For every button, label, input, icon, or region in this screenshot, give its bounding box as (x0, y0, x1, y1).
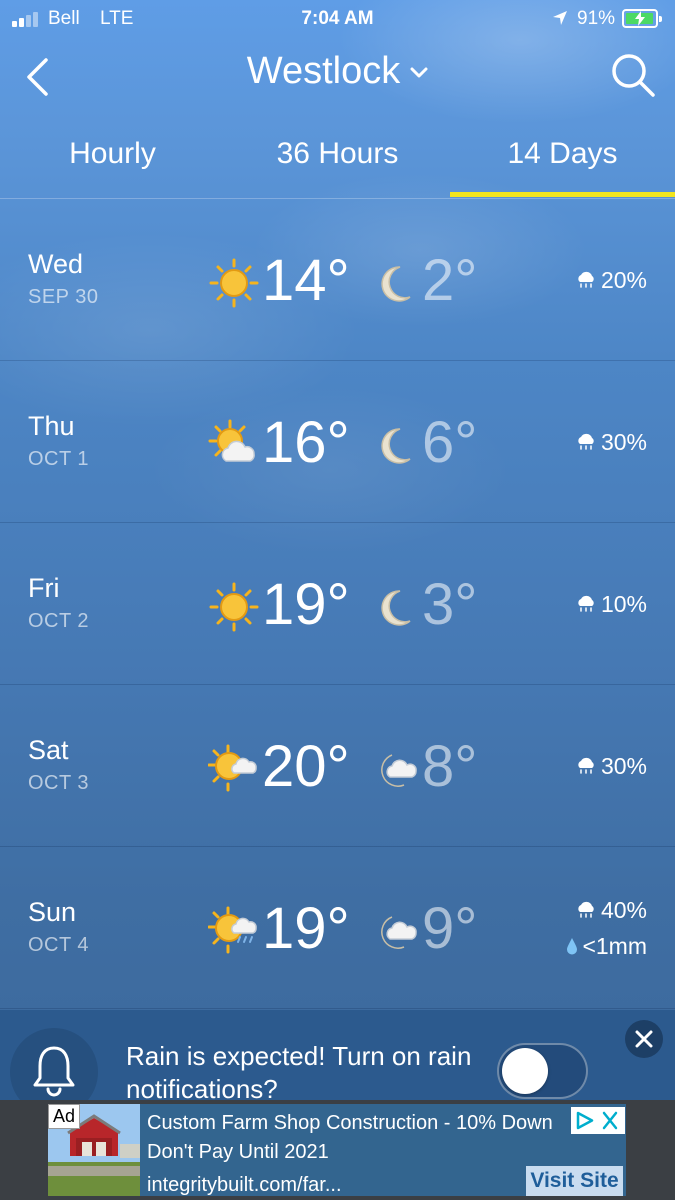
day-date: SEP 30 (28, 286, 99, 308)
low-temperature: 3° (422, 572, 478, 637)
forecast-row-thu[interactable]: Thu OCT 1 16° 6° 30% (0, 361, 675, 523)
moon-icon (381, 428, 411, 464)
status-bar: Bell LTE 7:04 AM 91% (0, 0, 675, 38)
forecast-row-sat[interactable]: Sat OCT 3 20° 8° 30% (0, 685, 675, 847)
day-name: Sat (28, 735, 69, 765)
day-date: OCT 3 (28, 772, 90, 794)
raindrop-icon (567, 937, 578, 955)
precip-chance: 20% (575, 267, 647, 294)
ad-content[interactable]: Ad Custom Farm Shop Construction - 10% D… (48, 1104, 626, 1196)
tab-hourly[interactable]: Hourly (0, 137, 225, 171)
sun-cloud-rain-icon (208, 906, 257, 954)
city-name: Westlock (246, 50, 401, 92)
ad-url[interactable]: integritybuilt.com/far... (147, 1174, 342, 1196)
visit-site-button[interactable]: Visit Site (526, 1166, 623, 1196)
search-icon[interactable] (608, 50, 658, 100)
location-selector[interactable]: Westlock (0, 50, 675, 93)
day-name: Fri (28, 573, 60, 603)
moon-icon (381, 590, 411, 626)
high-temperature: 16° (262, 410, 350, 475)
ad-badge: Ad (48, 1104, 81, 1129)
location-arrow-icon (553, 11, 567, 25)
rain-amount: <1mm (566, 933, 647, 960)
moon-cloud-icon (381, 754, 417, 787)
moon-icon (381, 266, 411, 302)
active-tab-indicator (450, 192, 675, 197)
sun-cloud-icon (208, 744, 257, 792)
high-temperature: 20° (262, 734, 350, 799)
sun-cloud-icon (208, 419, 255, 462)
precip-chance: 10% (575, 591, 647, 618)
rain-notification-toggle[interactable] (497, 1043, 588, 1099)
forecast-row-fri[interactable]: Fri OCT 2 19° 3° 10% (0, 523, 675, 685)
moon-cloud-icon (381, 916, 417, 949)
precip-chance: 30% (575, 429, 647, 456)
day-name: Sun (28, 897, 77, 927)
battery-percent: 91% (577, 8, 616, 29)
low-temperature: 8° (422, 734, 478, 799)
precip-chance: 30% (575, 753, 647, 780)
status-time: 7:04 AM (301, 8, 374, 29)
toggle-knob (502, 1048, 548, 1094)
sunny-icon (209, 258, 259, 308)
day-date: OCT 4 (28, 934, 90, 956)
rain-cloud-icon (578, 595, 594, 612)
high-temperature: 19° (262, 896, 350, 961)
tab-36-hours[interactable]: 36 Hours (225, 137, 450, 171)
day-name: Wed (28, 249, 84, 279)
tab-14-days[interactable]: 14 Days (450, 137, 675, 171)
ad-image[interactable]: Ad (48, 1104, 140, 1196)
close-icon (635, 1030, 653, 1048)
high-temperature: 14° (262, 248, 350, 313)
rain-cloud-icon (578, 757, 594, 774)
rain-cloud-icon (578, 433, 594, 450)
forecast-tabs: Hourly 36 Hours 14 Days (0, 125, 675, 199)
close-banner-button[interactable] (625, 1020, 663, 1058)
day-date: OCT 1 (28, 448, 90, 470)
rain-cloud-icon (578, 901, 594, 918)
precip-chance: 40% (575, 897, 647, 924)
day-date: OCT 2 (28, 610, 90, 632)
ad-banner[interactable]: Ad Custom Farm Shop Construction - 10% D… (0, 1100, 675, 1200)
rain-notification-text: Rain is expected! Turn on rain notificat… (126, 1041, 472, 1104)
battery-charging-icon (622, 9, 662, 28)
ad-choices-icon[interactable] (571, 1107, 625, 1134)
forecast-row-wed[interactable]: Wed SEP 30 14° 2° 20% (0, 199, 675, 361)
forecast-row-sun[interactable]: Sun OCT 4 19° 9° 40% <1mm (0, 847, 675, 1009)
rain-cloud-icon (578, 271, 594, 288)
ad-headline[interactable]: Custom Farm Shop Construction - 10% Down (147, 1112, 553, 1135)
day-name: Thu (28, 411, 75, 441)
sunny-icon (209, 582, 259, 632)
bell-icon (33, 1046, 75, 1097)
low-temperature: 9° (422, 896, 478, 961)
low-temperature: 6° (422, 410, 478, 475)
low-temperature: 2° (422, 248, 478, 313)
rain-notification-banner: Rain is expected! Turn on rain notificat… (0, 1010, 675, 1116)
high-temperature: 19° (262, 572, 350, 637)
ad-subline[interactable]: Don't Pay Until 2021 (147, 1141, 329, 1164)
chevron-down-icon (410, 67, 428, 78)
